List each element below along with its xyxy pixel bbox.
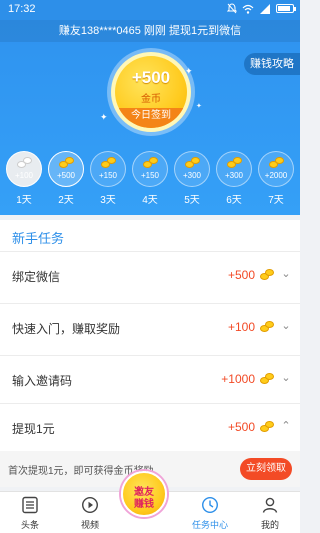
- task-reward: +1000: [221, 372, 255, 386]
- day-amount: +2000: [264, 171, 288, 180]
- day-label: 1天: [16, 195, 32, 206]
- task-label: 快速入门，赚取奖励: [12, 322, 121, 336]
- sparkle-icon: ✦: [100, 112, 108, 122]
- badge-line-2: 赚钱: [134, 499, 154, 510]
- coin-icon: [143, 157, 159, 169]
- checkin-day-2: +500 2天: [48, 151, 84, 206]
- coin-icon: [227, 157, 243, 169]
- news-icon: [22, 496, 38, 514]
- coin-icon: [260, 421, 274, 433]
- task-reward: +500: [227, 420, 255, 434]
- mute-icon: [227, 3, 237, 14]
- checkin-day-3: +150 3天: [90, 151, 126, 206]
- wifi-icon: [242, 4, 254, 14]
- day-label: 6天: [226, 195, 242, 206]
- coin-icon: [260, 373, 274, 385]
- nav-task-center[interactable]: 任务中心: [180, 492, 240, 533]
- task-row-quick-start[interactable]: 快速入门，赚取奖励 +100 ⌄: [0, 303, 300, 351]
- status-icons: [227, 3, 296, 14]
- coin-icon: [260, 321, 274, 333]
- day-amount: +300: [224, 171, 244, 180]
- chevron-down-icon[interactable]: ⌄: [280, 371, 292, 385]
- task-row-withdraw[interactable]: 提现1元 +500 ⌃: [0, 403, 300, 451]
- task-reward: +100: [227, 320, 255, 334]
- earning-strategy-button[interactable]: 赚钱攻略: [244, 53, 300, 75]
- task-label: 输入邀请码: [12, 374, 73, 388]
- checkin-day-7: +2000 7天: [258, 151, 294, 206]
- checkin-unit: 金币: [141, 94, 161, 105]
- coin-icon: [269, 157, 285, 169]
- day-amount: +500: [56, 171, 76, 180]
- coin-icon: [59, 157, 75, 169]
- nav-headlines[interactable]: 头条: [0, 492, 60, 533]
- daily-checkin-coin[interactable]: +500 金币 今日签到: [111, 52, 191, 132]
- nav-label: 头条: [20, 520, 39, 530]
- invite-friends-badge[interactable]: 邀友 赚钱: [121, 471, 167, 517]
- nav-video[interactable]: 视频: [60, 492, 120, 533]
- checkin-day-5: +300 5天: [174, 151, 210, 206]
- day-label: 3天: [100, 195, 116, 206]
- nav-label: 任务中心: [191, 520, 228, 530]
- nav-label: 我的: [260, 520, 279, 530]
- checkin-day-4: +150 4天: [132, 151, 168, 206]
- status-time: 17:32: [8, 3, 36, 15]
- chevron-down-icon[interactable]: ⌄: [280, 267, 292, 281]
- day-label: 4天: [142, 195, 158, 206]
- day-label: 2天: [58, 195, 74, 206]
- day-label: 5天: [184, 195, 200, 206]
- chevron-up-icon[interactable]: ⌃: [280, 419, 292, 433]
- checkin-day-6: +300 6天: [216, 151, 252, 206]
- nav-label: 视频: [80, 520, 99, 530]
- status-bar: 17:32: [0, 0, 300, 20]
- checkin-button[interactable]: 今日签到: [115, 108, 187, 128]
- day-amount: +150: [98, 171, 118, 180]
- tasks-title: 新手任务: [12, 231, 65, 246]
- clock-icon: [201, 496, 219, 514]
- newbie-tasks: 新手任务 绑定微信 +500 ⌄ 快速入门，赚取奖励 +100 ⌄ 输入邀请码 …: [0, 220, 300, 487]
- coin-icon: [260, 269, 274, 281]
- coin-face: +500 金币 今日签到: [115, 56, 187, 128]
- withdraw-ticker: 赚友138****0465 刚刚 提现1元到微信: [0, 20, 300, 42]
- coin-icon: [185, 157, 201, 169]
- day-amount: +150: [140, 171, 160, 180]
- checkin-header: 赚友138****0465 刚刚 提现1元到微信 赚钱攻略 ✦ ✦ ✦ +500…: [0, 20, 300, 215]
- signal-icon: [260, 3, 270, 14]
- video-icon: [81, 496, 99, 514]
- day-label: 7天: [268, 195, 284, 206]
- battery-icon: [276, 4, 296, 13]
- nav-mine[interactable]: 我的: [240, 492, 300, 533]
- coin-icon: [17, 157, 33, 169]
- day-amount: +300: [182, 171, 202, 180]
- task-reward: +500: [227, 268, 255, 282]
- checkin-day-1: +100 1天: [6, 151, 42, 206]
- user-icon: [262, 497, 278, 513]
- claim-button[interactable]: 立刻领取: [240, 458, 292, 480]
- checkin-days: +100 1天 +500 2天 +150 3天 +150 4天 +300 5天: [6, 151, 294, 211]
- task-row-bind-wechat[interactable]: 绑定微信 +500 ⌄: [0, 251, 300, 299]
- sparkle-icon: ✦: [196, 103, 202, 110]
- checkin-amount: +500: [131, 68, 171, 87]
- task-row-invite-code[interactable]: 输入邀请码 +1000 ⌄: [0, 355, 300, 403]
- task-label: 提现1元: [12, 422, 55, 436]
- task-label: 绑定微信: [12, 270, 61, 284]
- coin-icon: [101, 157, 117, 169]
- chevron-down-icon[interactable]: ⌄: [280, 319, 292, 333]
- day-amount: +100: [14, 171, 34, 180]
